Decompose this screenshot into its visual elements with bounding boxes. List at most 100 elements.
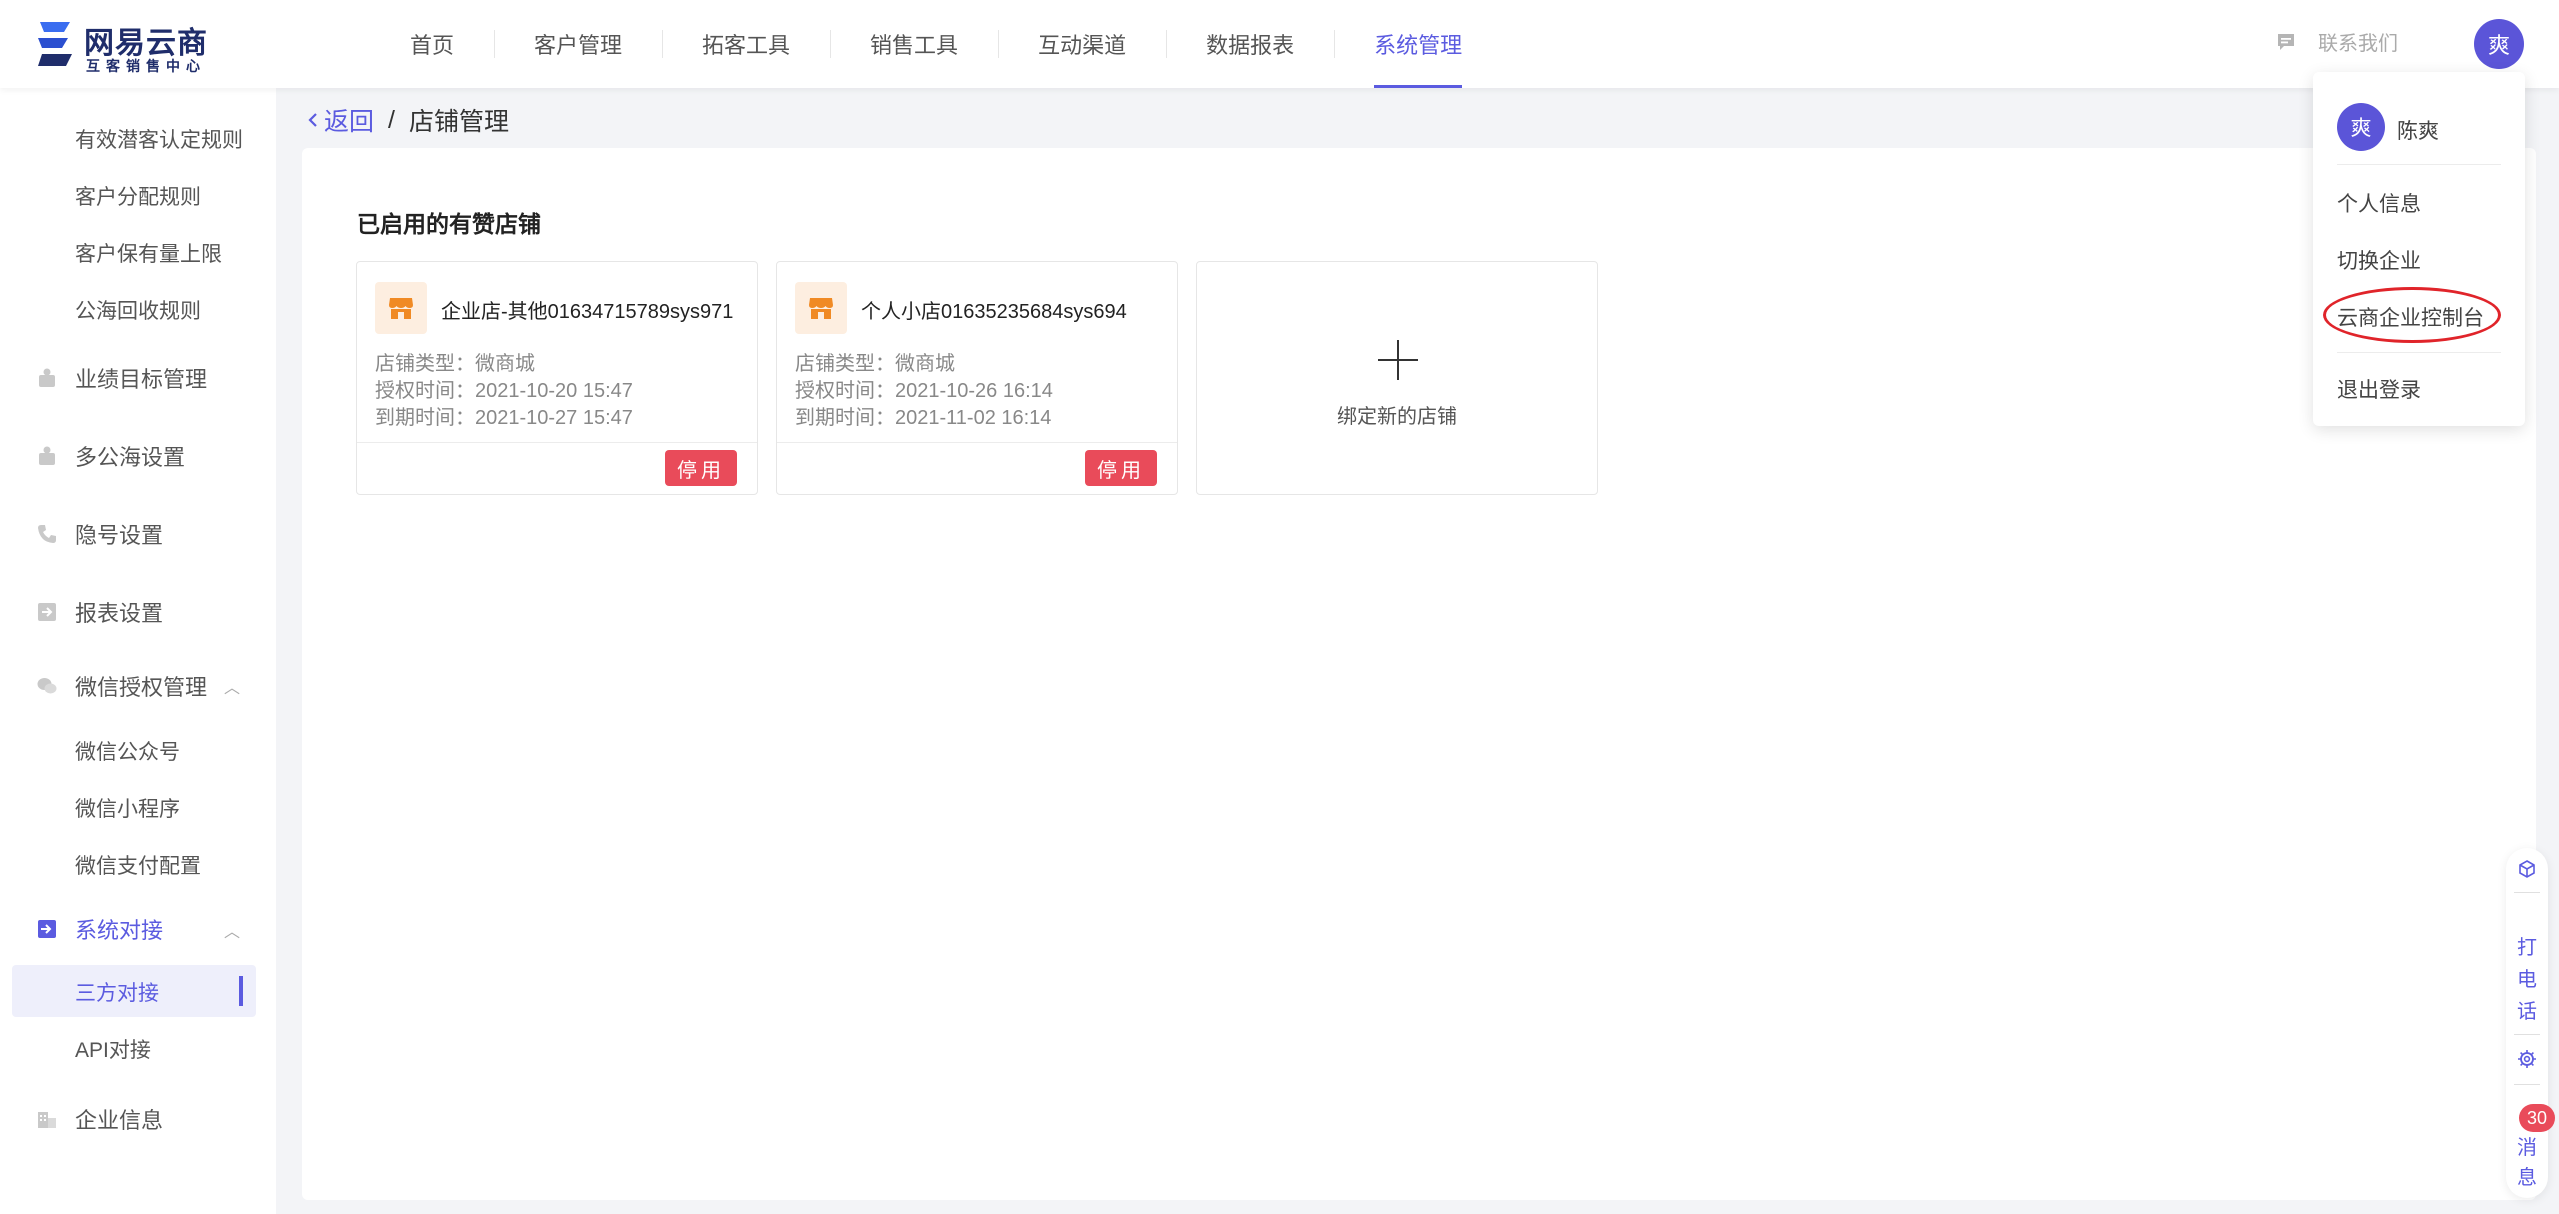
- divider: [357, 442, 757, 443]
- message-button[interactable]: 消 息: [2506, 1132, 2548, 1196]
- call-label-char: 打: [2517, 937, 2537, 959]
- disable-shop-button[interactable]: 停用: [665, 450, 737, 486]
- divider: [2514, 1034, 2540, 1035]
- divider: [777, 442, 1177, 443]
- floating-toolbar: 打 电 话 消 息: [2506, 848, 2548, 1198]
- divider: [2337, 164, 2501, 165]
- sidebar-item-wechat-official-account[interactable]: 微信公众号: [75, 736, 180, 766]
- sidebar-group-label: 报表设置: [75, 601, 164, 626]
- sidebar-group-label: 隐号设置: [75, 523, 164, 548]
- sidebar-item-third-party-integration[interactable]: 三方对接: [75, 977, 159, 1007]
- report-icon: [38, 603, 56, 621]
- sidebar-group-wechat-authorization[interactable]: 微信授权管理: [36, 670, 207, 702]
- menu-item-logout[interactable]: 退出登录: [2337, 374, 2421, 404]
- divider: [2337, 352, 2501, 353]
- message-label-char: 息: [2517, 1167, 2537, 1189]
- store-icon: [375, 282, 427, 334]
- back-label: 返回: [324, 108, 375, 136]
- shop-type: 店铺类型：微商城: [795, 353, 955, 375]
- sidebar-group-label: 企业信息: [75, 1108, 164, 1133]
- nav-prospecting-tools[interactable]: 拓客工具: [662, 0, 830, 88]
- trophy-icon: [39, 368, 55, 387]
- sidebar-group-report-settings[interactable]: 报表设置: [36, 596, 163, 628]
- sidebar-group-system-integration[interactable]: 系统对接: [36, 913, 163, 945]
- integration-icon: [38, 920, 56, 938]
- menu-item-switch-enterprise[interactable]: 切换企业: [2337, 245, 2421, 275]
- shop-type: 店铺类型：微商城: [375, 353, 535, 375]
- store-icon: [795, 282, 847, 334]
- message-count-badge: 30: [2519, 1104, 2555, 1132]
- shop-expire-time: 到期时间：2021-10-27 15:47: [375, 407, 633, 429]
- call-label-char: 话: [2517, 1001, 2537, 1023]
- shop-card: 企业店-其他01634715789sys971 店铺类型：微商城 授权时间：20…: [356, 261, 758, 495]
- building-icon: [38, 1112, 56, 1128]
- section-title: 已启用的有赞店铺: [357, 211, 541, 237]
- plus-icon: [1378, 340, 1418, 380]
- sidebar-active-indicator: [239, 976, 243, 1006]
- shop-card: 个人小店01635235684sys694 店铺类型：微商城 授权时间：2021…: [776, 261, 1178, 495]
- nav-home[interactable]: 首页: [370, 0, 494, 88]
- chevron-up-icon[interactable]: ︿: [224, 918, 240, 942]
- sidebar-group-multi-public-sea[interactable]: 多公海设置: [36, 440, 185, 472]
- main-nav: 首页 客户管理 拓客工具 销售工具 互动渠道 数据报表 系统管理: [370, 0, 1502, 88]
- shop-name: 企业店-其他01634715789sys971: [441, 301, 734, 323]
- sidebar-item-valid-lead-rules[interactable]: 有效潜客认定规则: [75, 124, 243, 154]
- message-label-char: 消: [2517, 1137, 2537, 1159]
- menu-item-profile[interactable]: 个人信息: [2337, 188, 2421, 218]
- avatar: 爽: [2337, 103, 2385, 151]
- bind-new-shop-label: 绑定新的店铺: [1337, 406, 1457, 428]
- sidebar-item-wechat-mini-program[interactable]: 微信小程序: [75, 793, 180, 823]
- chevron-up-icon[interactable]: ︿: [224, 674, 240, 698]
- divider: [2514, 1084, 2540, 1085]
- nav-interaction-channels[interactable]: 互动渠道: [998, 0, 1166, 88]
- sidebar-group-hidden-number[interactable]: 隐号设置: [36, 518, 163, 550]
- nav-system-management[interactable]: 系统管理: [1334, 0, 1502, 88]
- phone-icon: [38, 525, 56, 543]
- user-dropdown-menu: 爽 陈爽 个人信息 切换企业 云商企业控制台 退出登录: [2313, 72, 2525, 426]
- sidebar-item-api-integration[interactable]: API对接: [75, 1034, 151, 1064]
- user-avatar-button[interactable]: 爽: [2474, 19, 2524, 69]
- page-title: 店铺管理: [408, 108, 509, 136]
- back-link[interactable]: 返回: [306, 102, 374, 138]
- sidebar-item-customer-holding-limit[interactable]: 客户保有量上限: [75, 238, 222, 268]
- sidebar: 有效潜客认定规则 客户分配规则 客户保有量上限 公海回收规则 业绩目标管理 多公…: [0, 88, 276, 1214]
- breadcrumb: 返回 / 店铺管理: [306, 102, 509, 138]
- wechat-icon: [37, 678, 57, 694]
- top-navigation-bar: 网易云商 互客销售中心 首页 客户管理 拓客工具 销售工具 互动渠道 数据报表 …: [0, 0, 2559, 88]
- chevron-left-icon: [308, 113, 317, 127]
- divider: [2514, 892, 2540, 893]
- call-button[interactable]: 打 电 话: [2506, 932, 2548, 1028]
- stack-icon: [39, 446, 55, 465]
- nav-customer-management[interactable]: 客户管理: [494, 0, 662, 88]
- cube-icon[interactable]: [2517, 859, 2537, 879]
- bind-new-shop-card[interactable]: 绑定新的店铺: [1196, 261, 1598, 495]
- sidebar-group-label: 多公海设置: [75, 445, 186, 470]
- gear-icon[interactable]: [2517, 1049, 2537, 1069]
- chat-bubble-icon: [2278, 33, 2294, 50]
- sidebar-item-public-pool-recycle-rules[interactable]: 公海回收规则: [75, 295, 201, 325]
- contact-us-label: 联系我们: [2318, 33, 2398, 55]
- sidebar-item-wechat-pay-config[interactable]: 微信支付配置: [75, 850, 201, 880]
- call-label-char: 电: [2517, 969, 2537, 991]
- shop-name: 个人小店01635235684sys694: [861, 301, 1127, 323]
- sidebar-group-label: 系统对接: [75, 918, 164, 943]
- sidebar-group-enterprise-info[interactable]: 企业信息: [36, 1103, 163, 1135]
- brand-logo-icon: [38, 22, 72, 66]
- sidebar-item-customer-assignment-rules[interactable]: 客户分配规则: [75, 181, 201, 211]
- sidebar-group-label: 业绩目标管理: [75, 367, 208, 392]
- user-name: 陈爽: [2397, 120, 2439, 143]
- shop-auth-time: 授权时间：2021-10-26 16:14: [795, 380, 1053, 402]
- brand-logo[interactable]: 网易云商 互客销售中心: [34, 14, 214, 74]
- highlight-circle: [2323, 287, 2501, 343]
- main-content-card: 已启用的有赞店铺 企业店-其他01634715789sys971 店铺类型：微商…: [302, 148, 2536, 1200]
- nav-data-reports[interactable]: 数据报表: [1166, 0, 1334, 88]
- sidebar-group-performance-goals[interactable]: 业绩目标管理: [36, 362, 207, 394]
- brand-subtitle: 互客销售中心: [86, 58, 206, 74]
- sidebar-group-label: 微信授权管理: [75, 675, 208, 700]
- shop-expire-time: 到期时间：2021-11-02 16:14: [795, 407, 1052, 429]
- disable-shop-button[interactable]: 停用: [1085, 450, 1157, 486]
- contact-us-link[interactable]: 联系我们: [2276, 27, 2398, 56]
- shop-auth-time: 授权时间：2021-10-20 15:47: [375, 380, 633, 402]
- breadcrumb-separator: /: [388, 105, 395, 134]
- nav-sales-tools[interactable]: 销售工具: [830, 0, 998, 88]
